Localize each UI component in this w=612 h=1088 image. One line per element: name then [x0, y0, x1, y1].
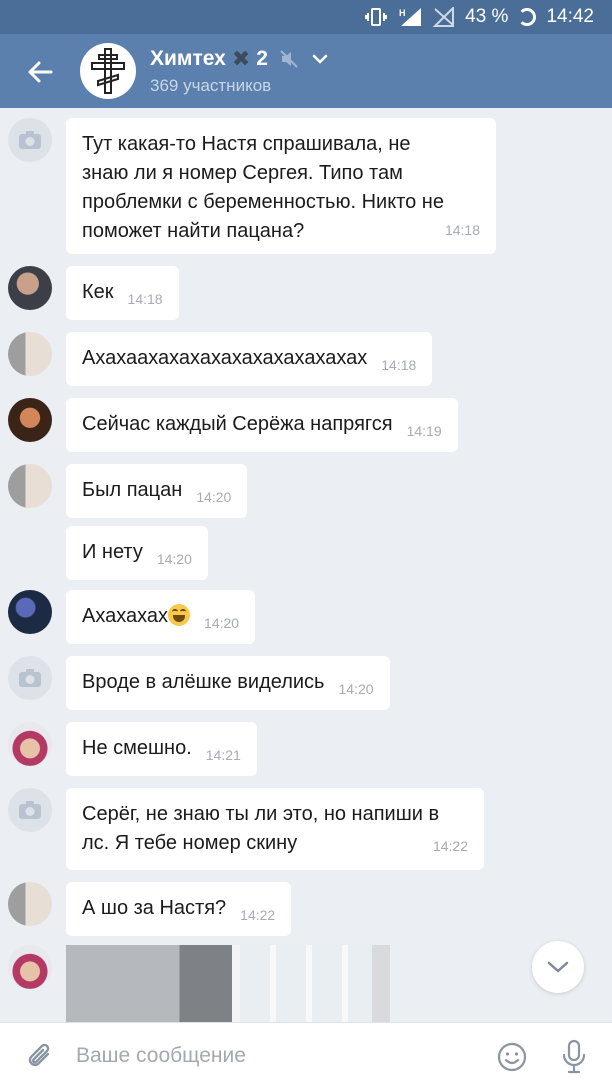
chat-title-number: 2: [256, 47, 268, 70]
chat-header: Химтех ✖ 2 369 участников: [0, 34, 612, 108]
message-text: Был пацан: [82, 479, 183, 501]
user-avatar[interactable]: [8, 722, 52, 766]
emoji-button[interactable]: [496, 1041, 528, 1073]
user-avatar[interactable]: [8, 590, 52, 634]
user-avatar[interactable]: [8, 945, 52, 989]
back-arrow-icon: [28, 61, 53, 83]
message-time: 14:20: [196, 489, 232, 505]
scroll-down-button[interactable]: [532, 941, 584, 993]
message-time: 14:18: [444, 222, 480, 238]
chat-title-row[interactable]: Химтех ✖ 2: [150, 46, 328, 72]
camera-avatar-icon[interactable]: [8, 118, 52, 162]
message-bubble[interactable]: Сейчас каждый Серёжа напрягся 14:19: [66, 398, 458, 452]
status-bar: H 43 % 14:42: [0, 0, 612, 34]
message-text: Сейчас каждый Серёжа напрягся: [82, 413, 393, 435]
message-bubble[interactable]: Не смешно. 14:21: [66, 722, 257, 776]
battery-icon: [518, 8, 537, 26]
clock: 14:42: [546, 6, 594, 27]
message-bubble[interactable]: Был пацан 14:20: [66, 464, 248, 518]
message-text: Вроде в алёшке виделись: [82, 671, 325, 693]
attach-button[interactable]: [24, 1039, 58, 1073]
voice-record-button[interactable]: [558, 1037, 590, 1077]
photo-window: [232, 945, 372, 1022]
message-text: Кек: [82, 281, 114, 303]
message-time: 14:20: [156, 551, 192, 567]
message-time: 14:18: [381, 357, 417, 373]
message-time: 14:20: [204, 615, 240, 631]
vibrate-icon: [365, 7, 388, 27]
message-bubble[interactable]: Ахахахах 14:20: [66, 590, 256, 644]
signal-icon: H: [397, 7, 423, 27]
title-x-mark: ✖: [231, 46, 251, 71]
user-avatar[interactable]: [8, 266, 52, 310]
message-text: Тут какая-то Настя спрашивала, не знаю л…: [82, 133, 444, 242]
svg-text:H: H: [399, 8, 406, 18]
message-time: 14:19: [406, 423, 442, 439]
message-time: 14:20: [338, 681, 374, 697]
message-time: 14:22: [240, 907, 276, 923]
laughing-emoji-icon: [168, 604, 191, 626]
chevron-down-icon: [547, 961, 569, 973]
orthodox-cross-icon: [91, 48, 125, 94]
message-bubble[interactable]: А шо за Настя? 14:22: [66, 882, 292, 936]
message-bubble[interactable]: Тут какая-то Настя спрашивала, не знаю л…: [66, 118, 496, 254]
message-bubble[interactable]: Вроде в алёшке виделись 14:20: [66, 656, 390, 710]
message-text: Не смешно.: [82, 737, 192, 759]
message-composer: [0, 1022, 612, 1088]
photo-attachment[interactable]: [66, 945, 390, 1022]
no-signal-icon: [433, 7, 455, 27]
member-count: 369 участников: [150, 76, 272, 95]
message-bubble[interactable]: Серёг, не знаю ты ли это, но напиши в лс…: [66, 788, 484, 870]
message-bubble[interactable]: И нету 14:20: [66, 526, 208, 580]
message-bubble[interactable]: Ахахаахахахахахахахахахахах 14:18: [66, 332, 433, 386]
user-avatar[interactable]: [8, 882, 52, 926]
camera-avatar-icon[interactable]: [8, 788, 52, 832]
camera-avatar-icon[interactable]: [8, 656, 52, 700]
message-input[interactable]: [76, 1037, 476, 1075]
user-avatar[interactable]: [8, 332, 52, 376]
message-bubble[interactable]: Кек 14:18: [66, 266, 179, 320]
message-text: И нету: [82, 541, 143, 563]
message-time: 14:22: [432, 838, 468, 854]
message-list[interactable]: Тут какая-то Настя спрашивала, не знаю л…: [0, 108, 612, 1022]
message-text: Серёг, не знаю ты ли это, но напиши в лс…: [82, 803, 440, 854]
user-avatar[interactable]: [8, 464, 52, 508]
battery-percent: 43 %: [465, 6, 509, 27]
message-text: Ахахахах: [82, 605, 169, 627]
message-time: 14:21: [205, 747, 241, 763]
message-text: А шо за Настя?: [82, 897, 227, 919]
chat-title: Химтех: [150, 47, 226, 70]
microphone-icon: [562, 1039, 586, 1074]
back-button[interactable]: [20, 52, 60, 92]
chat-avatar[interactable]: [80, 43, 136, 99]
smiley-icon: [497, 1042, 527, 1072]
user-avatar[interactable]: [8, 398, 52, 442]
muted-icon: [280, 50, 298, 68]
message-text: Ахахаахахахахахахахахахахах: [82, 347, 368, 369]
chevron-down-icon[interactable]: [312, 53, 328, 65]
paperclip-icon: [28, 1043, 50, 1067]
message-time: 14:18: [127, 291, 163, 307]
